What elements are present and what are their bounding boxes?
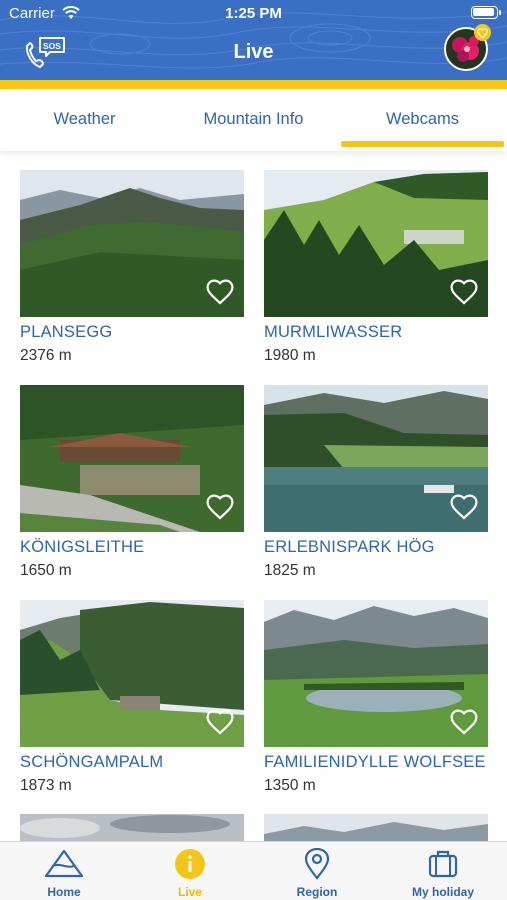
webcam-name[interactable]: KÖNIGSLEITHE	[20, 538, 144, 557]
heart-icon	[477, 27, 488, 38]
webcam-image[interactable]	[264, 814, 488, 841]
battery-icon	[471, 6, 501, 19]
favorite-heart-icon[interactable]	[206, 494, 234, 520]
favorite-badge	[474, 24, 491, 41]
clock: 1:25 PM	[225, 5, 282, 22]
suitcase-icon	[428, 850, 458, 878]
webcam-altitude: 1980 m	[264, 347, 316, 364]
webcam-altitude: 1350 m	[264, 777, 316, 794]
webcam-name[interactable]: SCHÖNGAMPALM	[20, 753, 163, 772]
webcam-altitude: 2376 m	[20, 347, 72, 364]
webcam-grid: PLANSEGG 2376 m MURMLIWASSER 1980 m KÖNI…	[0, 151, 507, 841]
bottom-navigation: Home Live Region My holiday	[0, 841, 507, 900]
favorite-heart-icon[interactable]	[450, 494, 478, 520]
nav-live[interactable]: Live	[127, 842, 253, 900]
tab-mountain-info[interactable]: Mountain Info	[169, 89, 338, 151]
page-title: Live	[233, 41, 274, 63]
webcam-image[interactable]	[264, 600, 488, 747]
webcam-scene-clouds	[20, 814, 244, 841]
webcam-image[interactable]	[264, 170, 488, 317]
webcam-name[interactable]: ERLEBNISPARK HÖG	[264, 538, 435, 557]
status-bar: Carrier 1:25 PM	[0, 0, 507, 28]
nav-live-label: Live	[177, 885, 202, 899]
favorite-heart-icon[interactable]	[450, 709, 478, 735]
info-icon	[175, 849, 205, 879]
webcam-altitude: 1825 m	[264, 562, 316, 579]
location-pin-icon	[304, 848, 330, 880]
favorite-heart-icon[interactable]	[206, 709, 234, 735]
mountain-icon	[44, 849, 84, 878]
nav-region[interactable]: Region	[254, 842, 380, 900]
nav-my-holiday[interactable]: My holiday	[380, 842, 506, 900]
webcam-name[interactable]: MURMLIWASSER	[264, 323, 402, 342]
webcam-altitude: 1650 m	[20, 562, 72, 579]
nav-my-holiday-label: My holiday	[411, 885, 474, 899]
nav-region-label: Region	[296, 885, 338, 899]
webcam-image[interactable]	[20, 600, 244, 747]
webcam-name[interactable]: PLANSEGG	[20, 323, 112, 342]
active-tab-indicator	[341, 141, 504, 147]
webcam-image[interactable]	[20, 814, 244, 841]
favorite-heart-icon[interactable]	[206, 279, 234, 305]
nav-home-label: Home	[47, 885, 81, 899]
tab-weather[interactable]: Weather	[0, 89, 169, 151]
webcam-image[interactable]	[20, 385, 244, 532]
webcam-image[interactable]	[20, 170, 244, 317]
app-header: Carrier 1:25 PM SOS Live	[0, 0, 507, 80]
favorite-heart-icon[interactable]	[450, 279, 478, 305]
header-accent-bar	[0, 80, 507, 89]
webcam-name[interactable]: FAMILIENIDYLLE WOLFSEE	[264, 753, 486, 772]
webcam-image[interactable]	[264, 385, 488, 532]
webcam-scene-mountains	[264, 814, 488, 841]
webcam-altitude: 1873 m	[20, 777, 72, 794]
nav-home[interactable]: Home	[1, 842, 127, 900]
